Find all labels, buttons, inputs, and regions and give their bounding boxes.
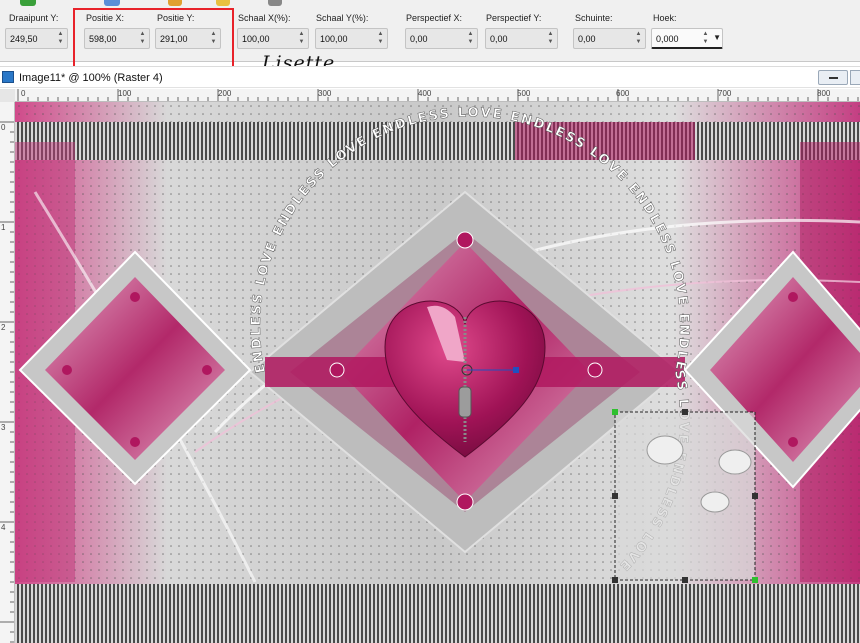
field-label: Schuinte: bbox=[575, 13, 613, 23]
field-label: Hoek: bbox=[653, 13, 677, 23]
restore-button[interactable] bbox=[850, 70, 860, 85]
ruler-corner bbox=[0, 89, 15, 102]
ruler-label: 0 bbox=[1, 123, 6, 132]
field-value: 0,000 bbox=[656, 34, 679, 44]
document-title-bar: Image11* @ 100% (Raster 4) bbox=[0, 66, 860, 88]
tool-icon-orange[interactable] bbox=[168, 0, 182, 6]
draaipunt-y-input[interactable]: 249,50 ▲ ▼ bbox=[5, 28, 68, 49]
tool-icon-gray[interactable] bbox=[268, 0, 282, 6]
tool-icon-yellow[interactable] bbox=[216, 0, 230, 6]
ruler-label: 3 bbox=[1, 423, 6, 432]
field-label: Schaal X(%): bbox=[238, 13, 291, 23]
ruler-label: 200 bbox=[218, 89, 232, 98]
selection-layer[interactable] bbox=[612, 409, 758, 583]
top-stripe-band bbox=[15, 122, 860, 160]
image-canvas[interactable]: ENDLESS LOVE ENDLESS LOVE ENDLESS LOVE E… bbox=[15, 102, 860, 643]
image-doc-icon bbox=[2, 71, 14, 83]
perspectief-x-input[interactable]: 0,00 ▲ ▼ bbox=[405, 28, 478, 49]
spin-arrows-icon[interactable]: ▲ ▼ bbox=[56, 31, 65, 46]
field-label: Perspectief X: bbox=[406, 13, 463, 23]
document-title: Image11* @ 100% (Raster 4) bbox=[19, 72, 163, 84]
field-label: Schaal Y(%): bbox=[316, 13, 369, 23]
tool-icon-blue[interactable] bbox=[104, 0, 120, 6]
ruler-label: 500 bbox=[517, 89, 531, 98]
horizontal-ruler[interactable]: 0 100 200 300 400 500 600 700 800 bbox=[15, 89, 860, 102]
field-label: Draaipunt Y: bbox=[9, 13, 59, 23]
ruler-label: 600 bbox=[616, 89, 630, 98]
schaal-y-input[interactable]: 100,00 ▲ ▼ bbox=[315, 28, 388, 49]
field-value: 0,00 bbox=[410, 34, 428, 44]
spin-arrows-icon[interactable]: ▲ ▼ bbox=[634, 31, 643, 46]
schuinte-input[interactable]: 0,00 ▲ ▼ bbox=[573, 28, 646, 49]
field-value: 100,00 bbox=[242, 34, 270, 44]
ruler-label: 100 bbox=[118, 89, 132, 98]
ruler-label: 300 bbox=[318, 89, 332, 98]
ruler-label: 1 bbox=[1, 223, 6, 232]
field-value: 0,00 bbox=[490, 34, 508, 44]
ruler-label: 2 bbox=[1, 323, 6, 332]
field-label: Perspectief Y: bbox=[486, 13, 542, 23]
field-value: 0,00 bbox=[578, 34, 596, 44]
field-value: 100,00 bbox=[320, 34, 348, 44]
highlight-box bbox=[73, 8, 234, 70]
field-value: 249,50 bbox=[10, 34, 38, 44]
spin-arrows-icon[interactable]: ▲ ▼ bbox=[466, 31, 475, 46]
perspectief-y-input[interactable]: 0,00 ▲ ▼ bbox=[485, 28, 558, 49]
vertical-ruler[interactable]: 0 1 2 3 4 bbox=[0, 102, 15, 643]
hoek-input[interactable]: 0,000 ▲ ▼ ▼ bbox=[651, 28, 723, 49]
bottom-stripe-band bbox=[15, 584, 860, 643]
ruler-label: 800 bbox=[817, 89, 831, 98]
spin-arrows-icon[interactable]: ▲ ▼ bbox=[546, 31, 555, 46]
tool-icon-green[interactable] bbox=[20, 0, 36, 6]
artwork-svg: ENDLESS LOVE ENDLESS LOVE ENDLESS LOVE E… bbox=[15, 102, 860, 643]
schaal-x-input[interactable]: 100,00 ▲ ▼ bbox=[237, 28, 309, 49]
minimize-button[interactable] bbox=[818, 70, 848, 85]
ruler-label: 400 bbox=[418, 89, 432, 98]
ruler-label: 0 bbox=[21, 89, 26, 98]
spin-arrows-icon[interactable]: ▲ ▼ bbox=[701, 31, 710, 46]
vertical-ruler-ticks bbox=[0, 121, 14, 643]
spin-arrows-icon[interactable]: ▲ ▼ bbox=[297, 31, 306, 46]
ruler-label: 700 bbox=[718, 89, 732, 98]
spin-arrows-icon[interactable]: ▲ ▼ bbox=[376, 31, 385, 46]
dropdown-arrow-icon[interactable]: ▼ bbox=[713, 33, 721, 42]
ruler-label: 4 bbox=[1, 523, 6, 532]
horizontal-ruler-ticks bbox=[17, 89, 859, 101]
